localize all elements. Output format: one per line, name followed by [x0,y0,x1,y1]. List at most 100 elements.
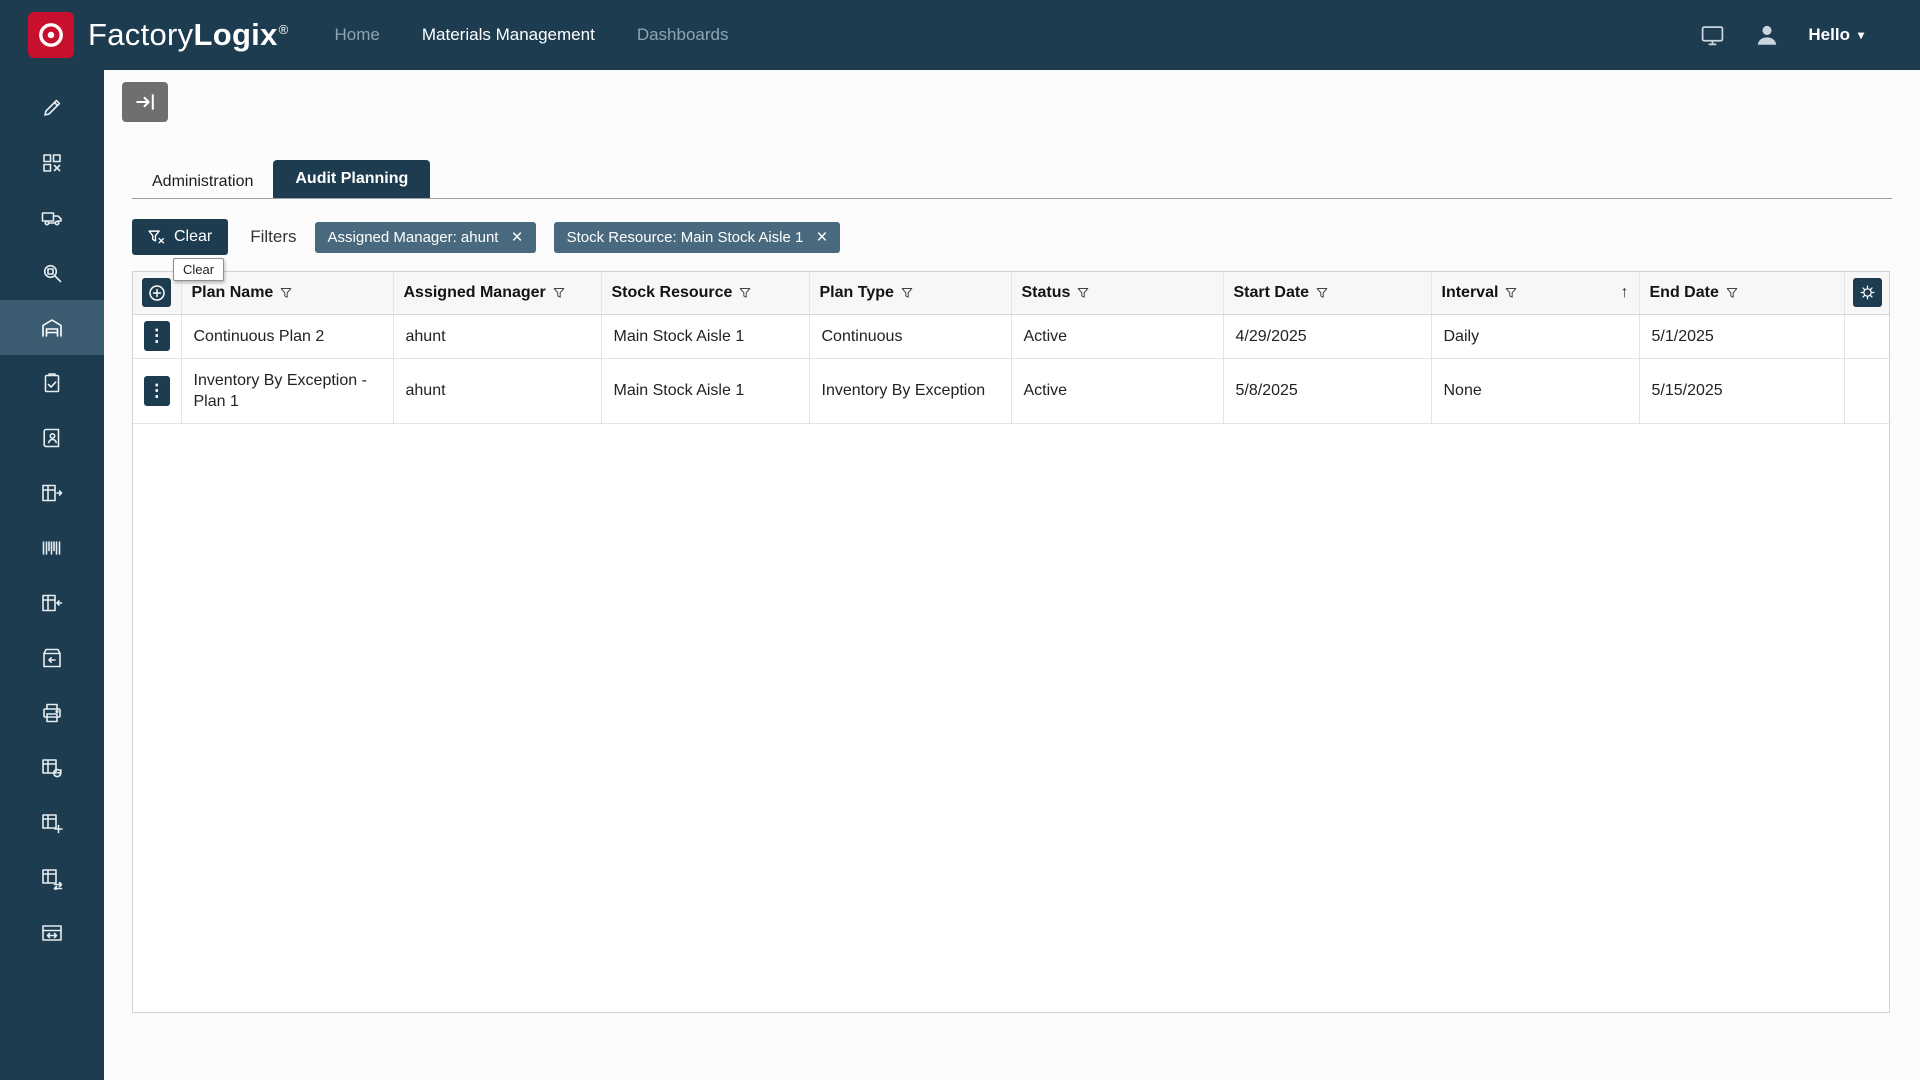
sidebar-item-table-add[interactable] [0,795,104,850]
column-label: Assigned Manager [404,282,546,303]
search-parts-icon [40,261,64,285]
filter-chip-stock-resource[interactable]: Stock Resource: Main Stock Aisle 1 × [554,222,841,253]
sidebar-item-printer[interactable] [0,685,104,740]
filter-funnel-icon[interactable] [901,287,913,299]
cell-status: Active [1011,358,1223,423]
sidebar-item-table-import[interactable] [0,575,104,630]
sidebar-item-audit-check[interactable] [0,355,104,410]
main-nav: Home Materials Management Dashboards [335,25,729,45]
cell-plan-name: Inventory By Exception - Plan 1 [181,358,393,423]
cell-stock-resource: Main Stock Aisle 1 [601,358,809,423]
filter-chip-assigned-manager[interactable]: Assigned Manager: ahunt × [315,222,536,253]
collapse-panel-button[interactable] [122,82,168,122]
row-menu-button[interactable]: ⋮ [144,321,170,351]
user-avatar-button[interactable] [1754,22,1780,48]
audit-check-icon [40,371,64,395]
left-sidebar [0,70,104,1080]
column-label: Plan Type [820,282,894,303]
table-row: ⋮ Inventory By Exception - Plan 1 ahunt … [133,358,1890,423]
filter-bar: Clear Filters Assigned Manager: ahunt × … [132,219,1920,255]
filters-label: Filters [250,227,296,247]
arrow-to-bar-icon [134,91,156,113]
nav-home[interactable]: Home [335,25,380,45]
row-action-cell: ⋮ [133,314,181,358]
app-window: FactoryLogix® Home Materials Management … [0,0,1920,1080]
chevron-down-icon: ▾ [1858,28,1864,42]
filter-funnel-icon[interactable] [1077,287,1089,299]
column-header-assigned-manager: Assigned Manager [393,272,601,314]
column-label: Start Date [1234,282,1310,303]
column-header-end-date: End Date [1639,272,1844,314]
nav-materials-management[interactable]: Materials Management [422,25,595,45]
add-plan-button[interactable] [142,278,171,307]
cell-end-date: 5/1/2025 [1639,314,1844,358]
sidebar-item-grid-remove[interactable] [0,135,104,190]
cell-end-date: 5/15/2025 [1639,358,1844,423]
cell-start-date: 5/8/2025 [1223,358,1431,423]
remove-filter-icon[interactable]: × [511,228,522,247]
remove-filter-icon[interactable]: × [816,228,827,247]
nav-dashboards[interactable]: Dashboards [637,25,729,45]
sort-ascending-icon[interactable]: ↑ [1621,282,1629,303]
row-menu-button[interactable]: ⋮ [144,376,170,406]
sidebar-item-table-refresh[interactable] [0,740,104,795]
package-receive-icon [40,646,64,670]
table-refresh-icon [40,756,64,780]
filter-funnel-icon[interactable] [1505,287,1517,299]
column-label: End Date [1650,282,1719,303]
audit-plans-table: Plan Name Assigned Manager [132,271,1890,1013]
column-header-stock-resource: Stock Resource [601,272,809,314]
sidebar-item-table-transfer[interactable] [0,850,104,905]
filter-funnel-icon[interactable] [553,287,565,299]
contacts-book-icon [40,426,64,450]
column-label: Interval [1442,282,1499,303]
sidebar-item-table-resize[interactable] [0,905,104,960]
tab-administration[interactable]: Administration [132,165,273,198]
brand-second: Logix [193,17,277,52]
filter-funnel-icon[interactable] [1726,287,1738,299]
sidebar-item-edit[interactable] [0,80,104,135]
clear-button-label: Clear [174,228,212,246]
filter-funnel-icon[interactable] [739,287,751,299]
table-transfer-icon [40,866,64,890]
table-settings-button[interactable] [1853,278,1882,307]
factorylogix-logo[interactable] [28,12,74,58]
sidebar-item-search-parts[interactable] [0,245,104,300]
column-label: Status [1022,282,1071,303]
table-resize-icon [40,921,64,945]
column-header-status: Status [1011,272,1223,314]
sidebar-item-barcode[interactable] [0,520,104,575]
remote-monitor-button[interactable] [1699,23,1726,48]
cell-status: Active [1011,314,1223,358]
clear-tooltip: Clear [173,258,224,281]
sidebar-item-package-receive[interactable] [0,630,104,685]
clear-filters-button[interactable]: Clear [132,219,228,255]
main-content: Administration Audit Planning Clear Filt… [104,70,1920,1080]
kebab-menu-icon: ⋮ [148,381,165,401]
cell-stock-resource: Main Stock Aisle 1 [601,314,809,358]
sidebar-item-warehouse[interactable] [0,300,104,355]
column-label: Plan Name [192,282,274,303]
tab-audit-planning[interactable]: Audit Planning [273,160,430,198]
chip-label: Assigned Manager: ahunt [328,229,499,246]
cell-interval: None [1431,358,1639,423]
person-icon [1754,22,1780,48]
sidebar-item-contacts[interactable] [0,410,104,465]
filter-funnel-icon[interactable] [1316,287,1328,299]
user-menu[interactable]: Hello ▾ [1808,25,1864,45]
plus-circle-icon [148,284,166,302]
brand-first: Factory [88,17,193,52]
cell-assigned-manager: ahunt [393,358,601,423]
column-label: Stock Resource [612,282,733,303]
brand-title: FactoryLogix® [88,17,289,53]
cell-assigned-manager: ahunt [393,314,601,358]
sidebar-item-truck[interactable] [0,190,104,245]
table-import-icon [40,591,64,615]
filter-funnel-icon[interactable] [280,287,292,299]
logo-mark-icon [34,18,68,52]
cell-interval: Daily [1431,314,1639,358]
sidebar-item-table-export[interactable] [0,465,104,520]
cell-start-date: 4/29/2025 [1223,314,1431,358]
table-row: ⋮ Continuous Plan 2 ahunt Main Stock Ais… [133,314,1890,358]
header-settings-cell [1844,272,1890,314]
